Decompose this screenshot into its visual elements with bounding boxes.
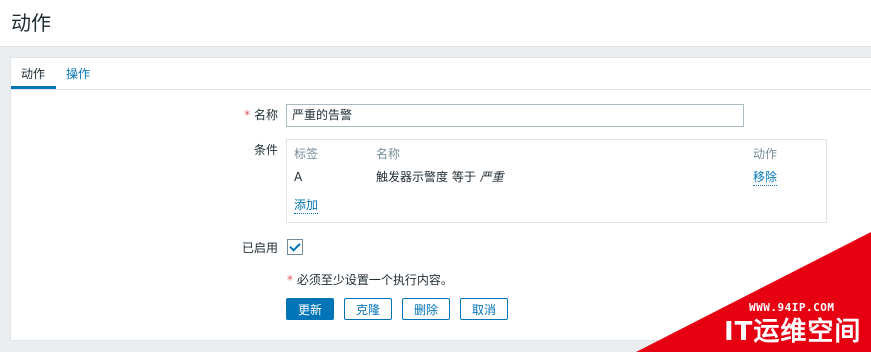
clone-button[interactable]: 克隆 (344, 298, 392, 320)
cancel-button[interactable]: 取消 (460, 298, 508, 320)
tab-bar: 动作 操作 (11, 58, 871, 90)
condition-tag: A (294, 170, 303, 184)
note-text: 必须至少设置一个执行内容。 (296, 273, 453, 287)
add-condition-link[interactable]: 添加 (294, 197, 319, 214)
conditions-table: 标签 名称 动作 A 触发器示警度 等于 严重 移除 添加 (286, 139, 827, 223)
active-tab-indicator (11, 86, 56, 89)
check-icon (289, 240, 301, 252)
column-header-action: 动作 (753, 147, 778, 161)
enabled-label: 已启用 (241, 241, 278, 255)
watermark-brand: IT运维空间 (724, 317, 862, 347)
update-button[interactable]: 更新 (286, 298, 334, 320)
watermark-url: WWW.94IP.COM (749, 301, 835, 314)
required-note: * 必须至少设置一个执行内容。 (287, 272, 453, 288)
page-header: 动作 (0, 0, 871, 47)
name-input[interactable]: 严重的告警 (286, 104, 744, 127)
tab-action[interactable]: 动作 (21, 66, 45, 82)
name-label: * 名称 (216, 107, 278, 123)
column-header-name: 名称 (376, 147, 401, 161)
condition-name: 触发器示警度 等于 严重 (376, 169, 504, 185)
remove-condition-link[interactable]: 移除 (753, 169, 778, 186)
column-header-tag: 标签 (294, 147, 319, 161)
required-mark: * (244, 108, 251, 122)
condition-value: 严重 (479, 170, 504, 184)
action-form-panel: 动作 操作 * 名称 严重的告警 条件 标签 名称 动作 A 触发器示警度 等于… (10, 57, 871, 341)
condition-expression: 触发器示警度 等于 (376, 170, 476, 184)
name-label-text: 名称 (253, 108, 278, 122)
tab-operations[interactable]: 操作 (66, 66, 90, 82)
page-title: 动作 (11, 11, 51, 35)
note-required-mark: * (287, 273, 293, 287)
enabled-checkbox[interactable] (287, 239, 303, 255)
delete-button[interactable]: 删除 (402, 298, 450, 320)
conditions-label: 条件 (253, 143, 278, 157)
